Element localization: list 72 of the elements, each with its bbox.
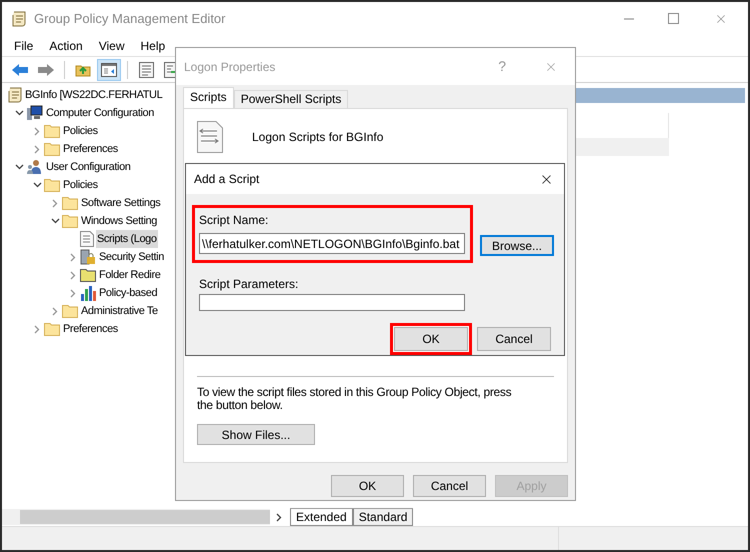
tree-item[interactable]: Preferences: [62, 140, 119, 158]
browse-button[interactable]: Browse...: [480, 235, 554, 256]
folder-icon: [62, 304, 78, 318]
chevron-down-icon[interactable]: [14, 110, 24, 116]
properties-icon: [138, 62, 154, 78]
server-lock-icon: [80, 249, 96, 265]
dialog-tab[interactable]: Scripts: [183, 87, 234, 108]
folder-icon: [44, 142, 60, 156]
chevron-down-icon[interactable]: [14, 164, 24, 170]
dialog-title: Logon Properties: [184, 58, 276, 76]
tree-item[interactable]: BGInfo [WS22DC.FERHATUL: [24, 86, 164, 104]
tree-item[interactable]: Administrative Te: [80, 302, 159, 320]
script-parameters-field[interactable]: [199, 294, 465, 311]
tree-item[interactable]: Security Settin: [98, 248, 165, 266]
chevron-right-icon[interactable]: [70, 270, 76, 280]
script-icon: [197, 121, 223, 153]
folder-icon: [44, 124, 60, 138]
tree-item[interactable]: Policies: [62, 122, 99, 140]
dialog-button[interactable]: OK: [390, 323, 472, 355]
dialog-tab[interactable]: PowerShell Scripts: [234, 90, 348, 108]
tree-item[interactable]: User Configuration: [45, 158, 132, 176]
tree-item[interactable]: Windows Setting: [80, 212, 158, 230]
menu-item[interactable]: Action: [49, 36, 83, 54]
show-files-button[interactable]: Show Files...: [197, 424, 315, 445]
menu-item[interactable]: View: [98, 36, 124, 54]
dialog-button[interactable]: Cancel: [413, 475, 486, 497]
folder-icon: [62, 196, 78, 210]
tree-item[interactable]: Folder Redire: [98, 266, 162, 284]
chevron-right-icon[interactable]: [52, 198, 58, 208]
tree-item[interactable]: Preferences: [62, 320, 119, 338]
maximize-icon[interactable]: [668, 13, 679, 24]
chevron-right-icon[interactable]: [34, 144, 40, 154]
panel-heading: Logon Scripts for BGInfo: [252, 129, 384, 146]
info-text: To view the script files stored in this Group Policy Object, press the button below.: [197, 386, 512, 412]
chevron-right-icon[interactable]: [34, 126, 40, 136]
tree-item[interactable]: Software Settings: [80, 194, 162, 212]
field-label: Script Parameters:: [199, 277, 300, 291]
script-icon: [80, 231, 94, 247]
scroll-right-icon[interactable]: [276, 512, 282, 522]
chevron-down-icon[interactable]: [50, 218, 60, 224]
scroll-icon: [8, 87, 22, 103]
chevron-right-icon[interactable]: [52, 306, 58, 316]
script-name-field[interactable]: \\ferhatulker.com\NETLOGON\BGInfo\Bginfo.bat: [199, 233, 465, 254]
forward-arrow-icon: [37, 62, 55, 76]
window-title: Group Policy Management Editor: [34, 10, 226, 28]
pane-icon: [101, 62, 117, 76]
folder-icon: [44, 178, 60, 192]
tree-item[interactable]: Policies: [62, 176, 99, 194]
dialog-button[interactable]: Cancel: [477, 327, 551, 351]
toolbar-button[interactable]: [97, 58, 121, 80]
folder-icon: [44, 322, 60, 336]
chevron-right-icon[interactable]: [70, 252, 76, 262]
computer-icon: [26, 105, 43, 121]
view-tab[interactable]: Standard: [352, 509, 414, 526]
scroll-icon: [12, 10, 26, 26]
menu-item[interactable]: Help: [140, 36, 166, 54]
dialog-button[interactable]: OK: [331, 475, 404, 497]
bar-chart-icon: [80, 285, 96, 301]
back-arrow-icon: [11, 62, 29, 76]
tree-item[interactable]: Computer Configuration: [45, 104, 155, 122]
menu-item[interactable]: File: [14, 36, 34, 54]
users-icon: [26, 159, 43, 175]
chevron-right-icon[interactable]: [34, 324, 40, 334]
field-label: Script Name:: [199, 212, 270, 228]
tree-item[interactable]: Scripts (Logo: [96, 230, 158, 248]
dialog-title: Add a Script: [194, 171, 260, 188]
view-tab[interactable]: Extended: [290, 509, 353, 526]
folder-icon: [62, 214, 78, 228]
chevron-down-icon[interactable]: [32, 182, 42, 188]
tree-item[interactable]: Policy-based: [98, 284, 158, 302]
chevron-right-icon[interactable]: [70, 288, 76, 298]
folder-icon: [80, 268, 96, 282]
